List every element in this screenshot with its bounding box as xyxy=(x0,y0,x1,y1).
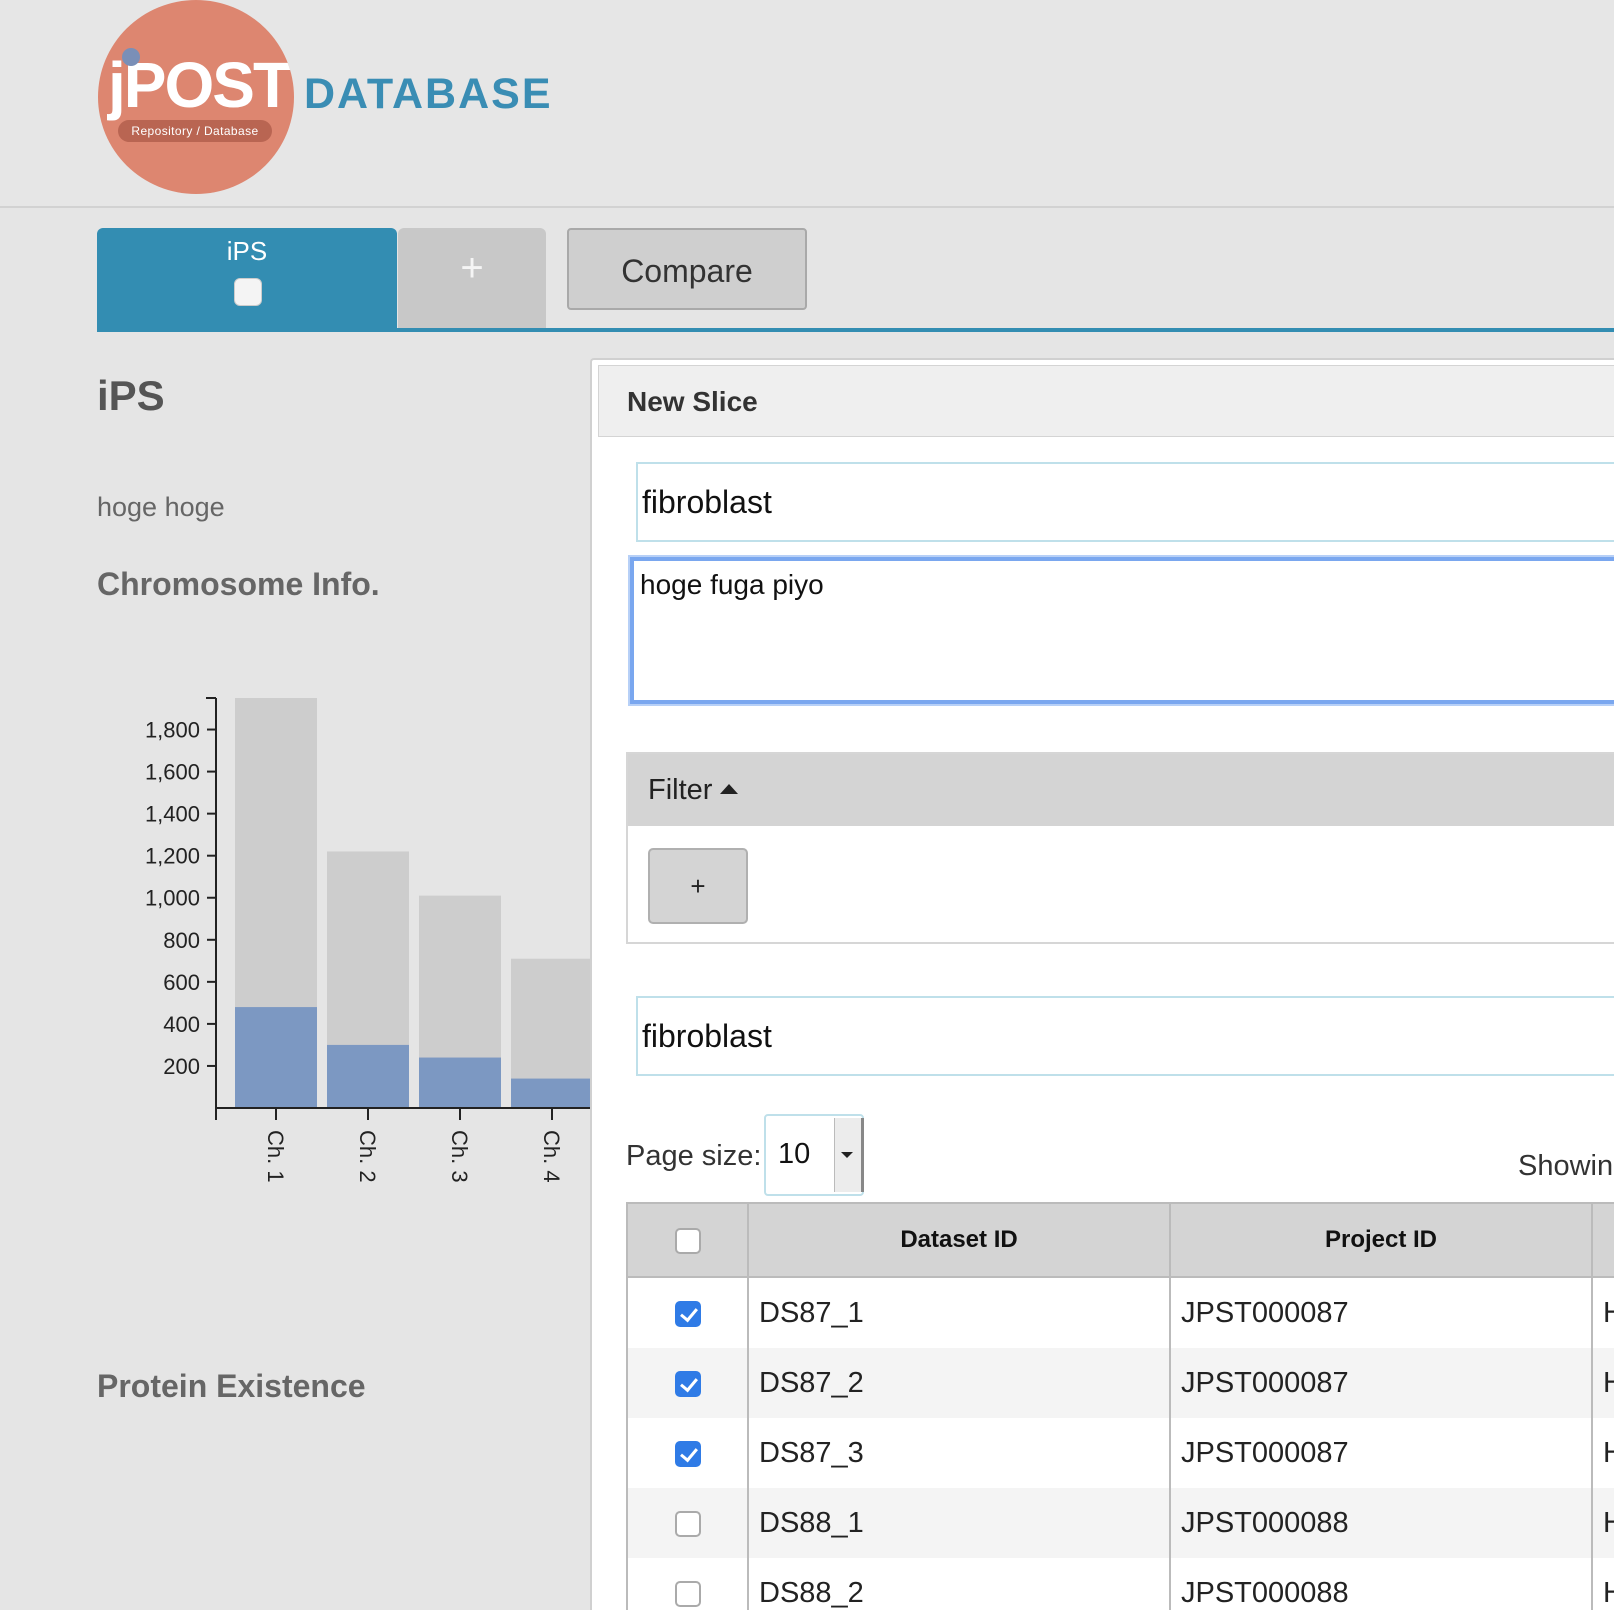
page-size-select[interactable]: 10 xyxy=(764,1114,864,1196)
x-tick-label: Ch. 3 xyxy=(447,1130,472,1183)
page-size-label: Page size: xyxy=(626,1140,762,1172)
bar-identified xyxy=(511,1078,592,1108)
table-row[interactable]: DS88_2JPST000088H xyxy=(628,1558,1614,1610)
row-select-cell xyxy=(628,1418,749,1488)
dataset-id-cell: DS87_3 xyxy=(748,1418,1171,1488)
bar-identified xyxy=(419,1057,501,1108)
database-title: DATABASE xyxy=(304,70,553,118)
row-checkbox[interactable] xyxy=(674,1300,701,1327)
site-header: jPOST Repository / Database DATABASE xyxy=(0,0,1614,208)
project-id-cell: JPST000088 xyxy=(1170,1558,1593,1610)
bar-identified xyxy=(235,1007,317,1108)
showing-info: Showing xyxy=(1518,1150,1614,1182)
y-tick-label: 1,200 xyxy=(145,844,200,869)
extra-cell: H xyxy=(1592,1418,1614,1488)
tab-underline xyxy=(97,328,1614,332)
panel-title: New Slice xyxy=(627,386,758,417)
row-select-cell xyxy=(628,1348,749,1418)
y-tick-label: 1,400 xyxy=(145,802,200,827)
slice-title: iPS xyxy=(97,372,165,419)
select-all-header xyxy=(628,1204,749,1278)
extra-cell: H xyxy=(1592,1558,1614,1610)
row-checkbox[interactable] xyxy=(674,1440,701,1467)
jpost-logo[interactable]: jPOST Repository / Database xyxy=(98,0,294,194)
tab-ips-label: iPS xyxy=(226,236,268,266)
row-checkbox[interactable] xyxy=(674,1580,701,1607)
x-tick-label: Ch. 4 xyxy=(539,1130,564,1183)
chromosome-chart: 200 400 600 800 1,000 1,200 1,400 1,600 1,800 Ch.… xyxy=(145,697,592,1183)
row-select-cell xyxy=(628,1558,749,1610)
extra-cell: H xyxy=(1592,1488,1614,1558)
y-tick-label: 600 xyxy=(163,970,200,995)
row-select-cell xyxy=(628,1488,749,1558)
panel-header: New Slice xyxy=(598,365,1614,437)
dataset-table: Dataset ID Project ID DS87_1JPST000087HD… xyxy=(626,1202,1614,1610)
row-checkbox[interactable] xyxy=(674,1370,701,1397)
caret-up-icon xyxy=(720,784,738,794)
y-tick-label: 1,800 xyxy=(145,718,200,743)
add-tab-button[interactable]: + xyxy=(398,228,546,328)
project-id-cell: JPST000088 xyxy=(1170,1488,1593,1558)
x-tick-label: Ch. 1 xyxy=(263,1130,288,1183)
dataset-id-header[interactable]: Dataset ID xyxy=(748,1204,1171,1278)
select-all-checkbox[interactable] xyxy=(674,1227,701,1254)
logo-dot-icon xyxy=(122,48,140,66)
row-checkbox[interactable] xyxy=(674,1510,701,1537)
table-row[interactable]: DS87_2JPST000087H xyxy=(628,1348,1614,1418)
compare-button[interactable]: Compare xyxy=(567,228,807,310)
protein-existence-heading: Protein Existence xyxy=(97,1368,366,1404)
y-tick-label: 800 xyxy=(163,928,200,953)
tab-ips-checkbox[interactable] xyxy=(234,278,262,306)
chromosome-info-heading: Chromosome Info. xyxy=(97,566,380,602)
page-size-dropdown-button[interactable] xyxy=(834,1118,864,1192)
y-tick-label: 1,600 xyxy=(145,760,200,785)
tab-ips[interactable]: iPS xyxy=(97,228,397,329)
extra-cell: H xyxy=(1592,1348,1614,1418)
project-id-cell: JPST000087 xyxy=(1170,1348,1593,1418)
logo-subtitle: Repository / Database xyxy=(118,120,272,142)
dataset-id-cell: DS87_2 xyxy=(748,1348,1171,1418)
page-size-value: 10 xyxy=(778,1138,811,1170)
filter-toggle[interactable]: Filter xyxy=(628,754,1614,826)
search-input[interactable] xyxy=(636,996,1614,1076)
project-id-cell: JPST000087 xyxy=(1170,1277,1593,1348)
extra-header[interactable] xyxy=(1592,1204,1614,1278)
table-row[interactable]: DS87_3JPST000087H xyxy=(628,1418,1614,1488)
bar-identified xyxy=(327,1044,409,1108)
slice-name-input[interactable] xyxy=(636,462,1614,542)
y-tick-label: 200 xyxy=(163,1054,200,1079)
filter-label: Filter xyxy=(648,774,713,806)
slice-description: hoge hoge xyxy=(97,492,225,522)
y-tick-label: 1,000 xyxy=(145,886,200,911)
table-row[interactable]: DS87_1JPST000087H xyxy=(628,1277,1614,1348)
table-row[interactable]: DS88_1JPST000088H xyxy=(628,1488,1614,1558)
add-filter-button[interactable]: + xyxy=(648,848,748,924)
project-id-header[interactable]: Project ID xyxy=(1170,1204,1593,1278)
slice-description-textarea[interactable]: hoge fuga piyo xyxy=(630,557,1614,704)
filter-section: Filter + xyxy=(626,752,1614,944)
dataset-id-cell: DS88_1 xyxy=(748,1488,1171,1558)
dataset-id-cell: DS88_2 xyxy=(748,1558,1171,1610)
extra-cell: H xyxy=(1592,1277,1614,1348)
x-tick-label: Ch. 2 xyxy=(355,1130,380,1183)
chevron-down-icon xyxy=(841,1152,853,1158)
project-id-cell: JPST000087 xyxy=(1170,1418,1593,1488)
row-select-cell xyxy=(628,1277,749,1348)
dataset-id-cell: DS87_1 xyxy=(748,1277,1171,1348)
table-header-row: Dataset ID Project ID xyxy=(628,1204,1614,1278)
y-tick-label: 400 xyxy=(163,1012,200,1037)
